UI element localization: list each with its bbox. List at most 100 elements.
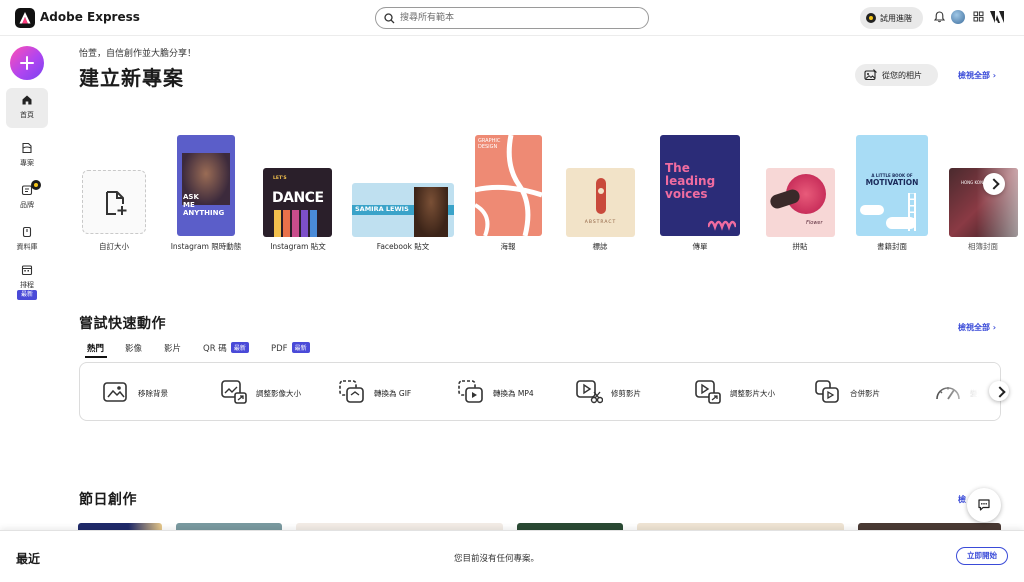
rail-item-library[interactable]: 資料庫 <box>6 220 48 256</box>
recent-panel: 最近 您目前沒有任何專案。 立即開始 <box>0 530 1024 582</box>
template-text: DANCE <box>272 190 324 206</box>
tab-pdf[interactable]: PDF 最新 <box>271 342 310 354</box>
active-tab-indicator <box>85 356 107 358</box>
template-text: ASK ME ANYTHING <box>183 193 225 217</box>
bell-icon[interactable] <box>934 11 945 23</box>
try-premium-label: 試用進階 <box>880 14 912 23</box>
quick-action-label: 調整影像大小 <box>256 389 301 398</box>
rail-item-projects[interactable]: 專案 <box>6 136 48 172</box>
rail-item-brand[interactable]: 品牌 <box>6 178 48 214</box>
adobe-express-logo-icon[interactable] <box>15 8 35 28</box>
premium-crown-icon <box>31 180 41 190</box>
tab-image[interactable]: 影像 <box>125 342 142 354</box>
template-custom-size[interactable] <box>82 170 146 234</box>
trim-video-icon <box>576 380 603 404</box>
search-input[interactable] <box>400 10 640 26</box>
new-badge: 最新 <box>17 290 37 300</box>
template-facebook-post[interactable]: SAMIRA LEWIS <box>352 183 454 237</box>
decor-bar <box>283 210 290 237</box>
view-all-templates-link[interactable]: 檢視全部 <box>958 70 996 81</box>
template-label: 書籍封面 <box>877 242 907 251</box>
chat-assistant-button[interactable] <box>967 488 1001 522</box>
recent-empty-text: 您目前沒有任何專案。 <box>454 554 540 564</box>
template-instagram-story[interactable]: ASK ME ANYTHING <box>177 135 235 236</box>
template-label: 傳單 <box>692 242 708 251</box>
library-icon <box>22 226 32 238</box>
decor-bar <box>301 210 308 237</box>
try-premium-button[interactable]: 試用進階 <box>860 7 923 29</box>
new-file-icon <box>106 191 127 215</box>
template-book-cover[interactable]: A LITTLE BOOK OF MOTIVATION <box>856 135 928 236</box>
rail-item-home[interactable]: 首頁 <box>6 88 48 128</box>
user-avatar[interactable] <box>951 10 965 24</box>
template-label: Instagram 貼文 <box>270 242 326 251</box>
quick-action-label: 轉換為 GIF <box>374 389 412 398</box>
convert-gif-icon <box>339 380 364 403</box>
quick-action-label: 轉換為 MP4 <box>493 389 534 398</box>
decor-bar <box>310 210 317 237</box>
chat-bubble-icon <box>978 499 990 511</box>
tab-qr-code[interactable]: QR 碼最新 <box>203 342 249 354</box>
rail-label-brand: 品牌 <box>20 201 34 209</box>
top-bar: Adobe Express 試用進階 <box>0 0 1024 36</box>
from-photos-label: 從您的相片 <box>882 71 922 80</box>
rail-label-projects: 專案 <box>20 159 34 167</box>
quick-action-label: 合併影片 <box>850 389 880 398</box>
template-flyer[interactable]: The leading voices <box>660 135 740 236</box>
view-all-quick-actions-link[interactable]: 檢視全部 <box>958 322 996 333</box>
greeting-text: 怡萱，自信創作並大膽分享！ <box>79 49 197 59</box>
decor-bar <box>292 210 299 237</box>
apps-grid-icon[interactable] <box>973 11 984 22</box>
template-text: MOTIVATION <box>865 178 919 187</box>
ladder-shape <box>908 193 916 231</box>
page-title: 建立新專案 <box>79 66 184 90</box>
quick-actions-panel: 移除背景 調整影像大小 轉換為 GIF 轉換為 MP4 修剪影片 調整影片大小 … <box>79 362 1001 421</box>
cloud-shape <box>860 205 884 215</box>
photo-icon <box>864 69 877 81</box>
from-photos-button[interactable]: 從您的相片 <box>855 64 938 86</box>
poster-pattern <box>475 135 542 236</box>
holiday-section-title: 節日創作 <box>79 492 137 508</box>
template-label: 拼貼 <box>792 242 808 251</box>
rail-item-schedule[interactable]: 排程 最新 <box>6 258 48 304</box>
resize-image-icon <box>221 380 247 404</box>
search-bar[interactable] <box>375 7 649 29</box>
recent-title: 最近 <box>16 552 41 566</box>
template-label: Facebook 貼文 <box>376 242 430 251</box>
decor-waves <box>708 220 736 231</box>
template-label: 標誌 <box>592 242 608 251</box>
person-image <box>414 187 448 237</box>
app-title[interactable]: Adobe Express <box>40 10 140 24</box>
rail-label-library: 資料庫 <box>16 243 38 251</box>
template-text: SAMIRA LEWIS <box>355 205 409 213</box>
template-text: Flower <box>806 220 823 226</box>
template-poster[interactable]: GRAPHIC DESIGN <box>475 135 542 236</box>
search-icon <box>384 13 395 24</box>
adobe-logo-icon[interactable] <box>990 11 1004 23</box>
template-collage[interactable]: Flower <box>766 168 835 237</box>
template-logo[interactable]: ABSTRACT <box>566 168 635 237</box>
template-instagram-post[interactable]: LET'S DANCE <box>263 168 332 237</box>
template-label: 相簿封面 <box>968 242 998 251</box>
convert-mp4-icon <box>458 380 483 403</box>
templates-next-button[interactable] <box>983 173 1005 195</box>
template-label: 自訂大小 <box>99 242 129 251</box>
new-badge: 最新 <box>230 342 249 353</box>
premium-coin-icon <box>866 13 876 23</box>
tab-qr-code-label: QR 碼 <box>203 344 227 354</box>
tab-pdf-label: PDF <box>271 344 288 354</box>
remove-background-icon <box>103 382 127 402</box>
create-new-button[interactable] <box>10 46 44 80</box>
quick-actions-next-button[interactable] <box>989 381 1009 401</box>
tab-video[interactable]: 影片 <box>164 342 181 354</box>
quick-action-label: 移除背景 <box>138 389 168 398</box>
tab-popular[interactable]: 熱門 <box>87 342 104 354</box>
rail-label-home: 首頁 <box>20 111 34 119</box>
quick-action-label: 調整影片大小 <box>730 389 775 398</box>
decor-bar <box>274 210 281 237</box>
template-label: 海報 <box>500 242 516 251</box>
start-now-button[interactable]: 立即開始 <box>956 547 1008 565</box>
rail-label-schedule: 排程 <box>20 281 34 289</box>
logo-mark <box>596 178 606 214</box>
home-icon <box>22 95 32 105</box>
